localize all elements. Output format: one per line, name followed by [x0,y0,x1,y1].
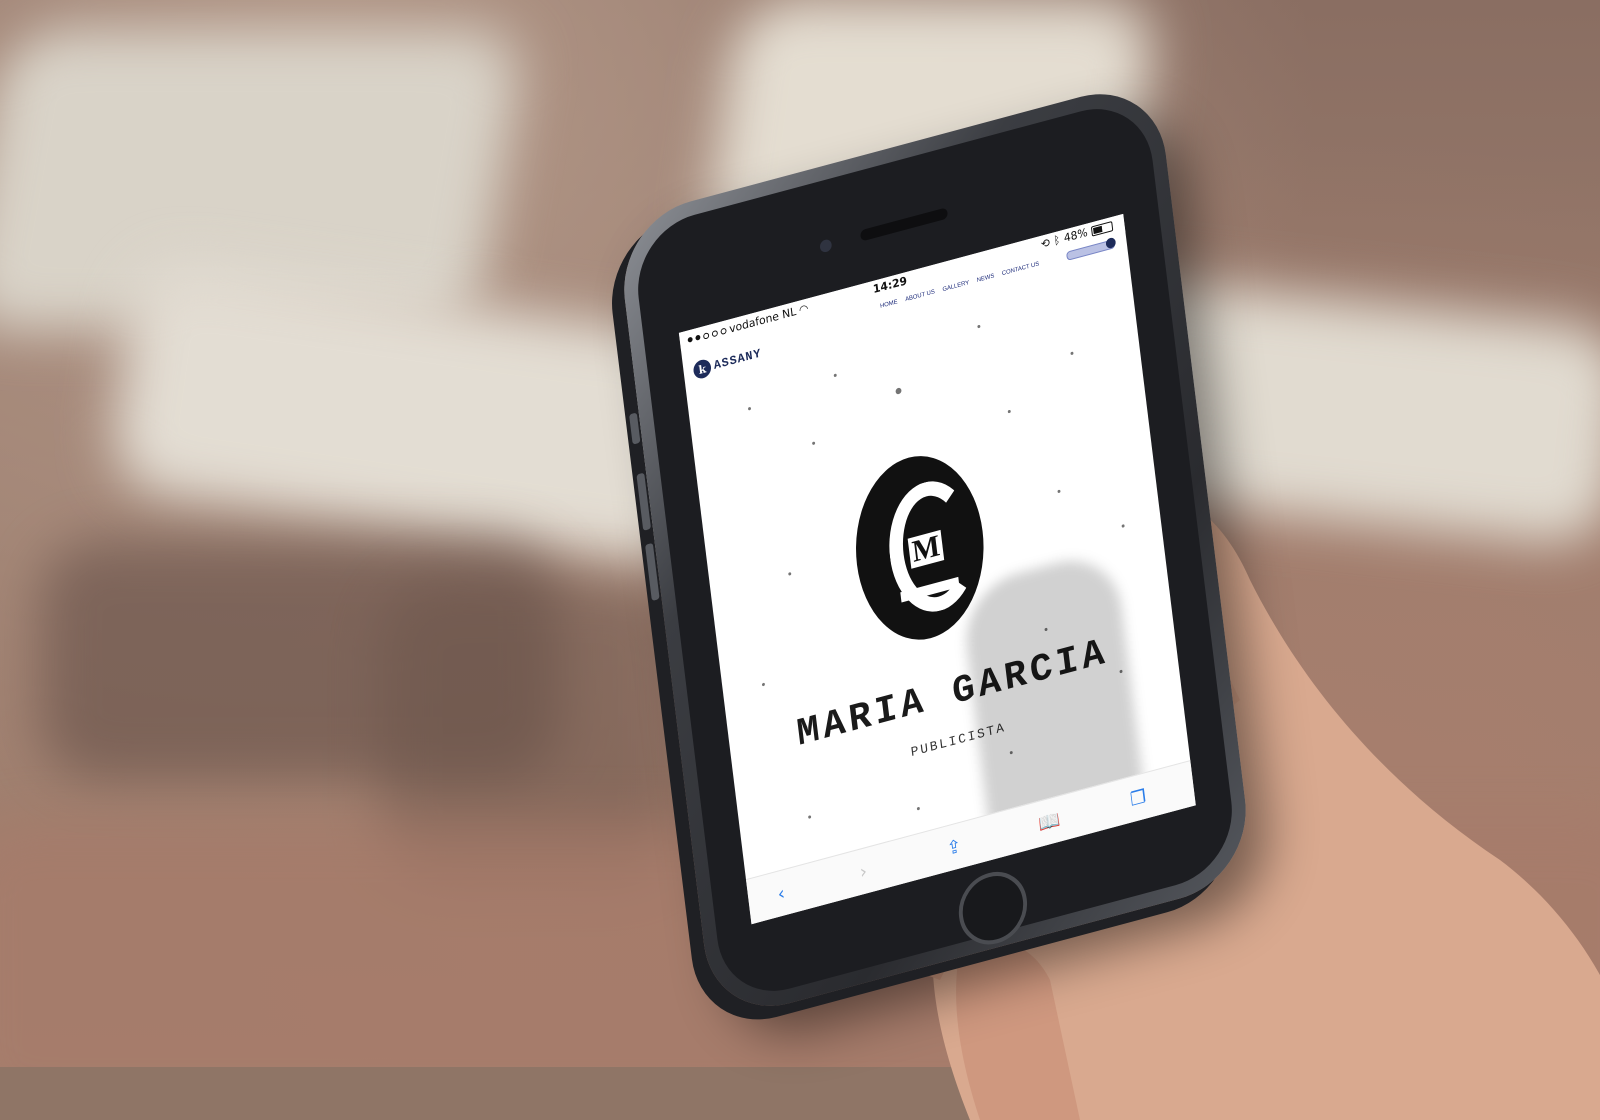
forward-arrow-icon[interactable]: › [859,861,869,884]
menu-gallery[interactable]: GALLERY [942,280,969,293]
smartphone: vodafone NL ◠ 14:29 ⟲ ᛒ 48% k ASSANY HOM… [615,76,1255,1024]
signal-dot-icon [695,334,701,341]
signal-dot-empty-icon [711,329,719,337]
menu-home[interactable]: HOME [880,299,898,310]
logo-badge: k [692,357,713,381]
battery-icon [1090,220,1114,237]
phone-face: vodafone NL ◠ 14:29 ⟲ ᛒ 48% k ASSANY HOM… [630,94,1240,1006]
rotation-lock-icon: ⟲ [1040,235,1051,252]
front-camera [819,238,833,254]
site-logo[interactable]: k ASSANY [692,344,763,381]
signal-dot-empty-icon [702,331,710,340]
signal-dot-empty-icon [720,326,727,335]
tabs-icon[interactable]: ❐ [1129,786,1147,811]
signal-dot-icon [687,336,693,343]
menu-contact-us[interactable]: CONTACT US [1002,261,1040,277]
earpiece-speaker [859,207,949,242]
logo-text: ASSANY [712,346,763,373]
wifi-icon: ◠ [798,301,810,318]
phone-screen: vodafone NL ◠ 14:29 ⟲ ᛒ 48% k ASSANY HOM… [678,213,1196,925]
back-arrow-icon[interactable]: ‹ [777,883,787,906]
bluetooth-icon: ᛒ [1052,233,1061,248]
bookmarks-icon[interactable]: 📖 [1037,809,1061,836]
share-icon[interactable]: ⇪ [946,835,963,860]
menu-news[interactable]: NEWS [977,273,995,284]
menu-about-us[interactable]: ABOUT US [905,289,935,303]
